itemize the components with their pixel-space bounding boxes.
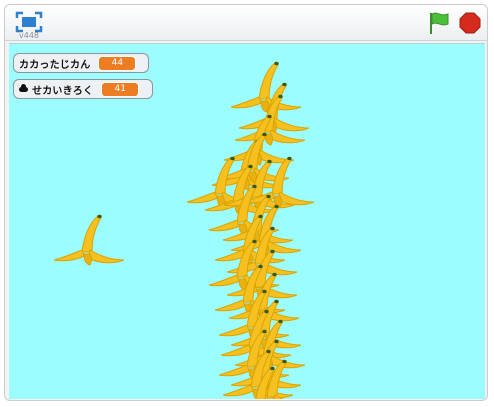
monitor-value: 44 [98,55,137,71]
variable-monitor-elapsed: カカったじカん 44 [13,53,149,73]
player-frame: v448 カカったじカん 44 せカいきろく 41 [4,4,488,401]
monitor-value: 41 [101,81,140,97]
monitor-label: せカいきろく [32,85,94,97]
fullscreen-button[interactable] [15,11,43,33]
stage[interactable]: カカったじカん 44 せカいきろく 41 [9,43,485,399]
banana-peel-icon [255,366,275,399]
stop-button[interactable] [459,12,481,34]
player-toolbar: v448 [5,5,487,41]
green-flag-button[interactable] [428,11,450,35]
green-flag-icon [430,12,449,34]
banana-peel-icon [53,214,125,266]
monitor-label: カカったじカん [19,59,91,71]
version-label: v448 [19,31,40,40]
cloud-icon [19,83,28,92]
stop-sign-icon [459,12,481,34]
variable-monitor-world-record: せカいきろく 41 [13,79,153,99]
fullscreen-icon [15,11,43,33]
